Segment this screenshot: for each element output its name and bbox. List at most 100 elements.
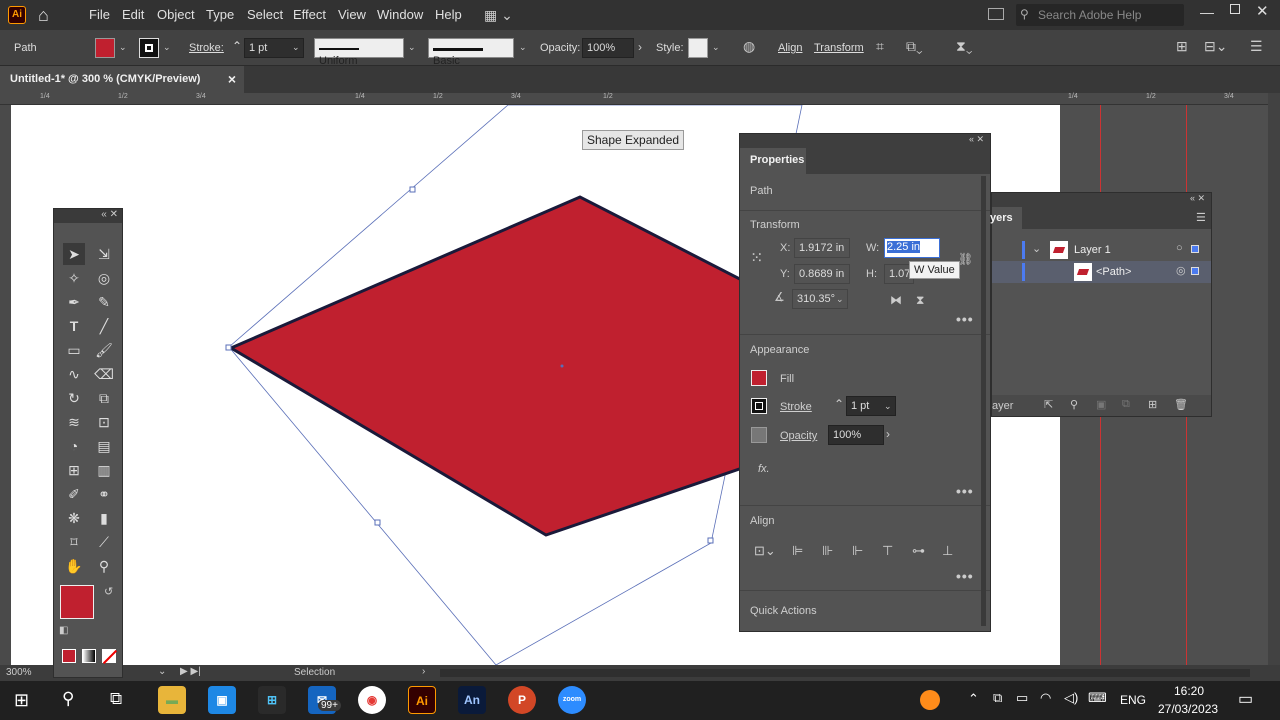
- arrange-icon[interactable]: ⊞: [1176, 38, 1188, 55]
- illustrator-taskbar-icon[interactable]: Ai: [408, 686, 436, 714]
- chevron-down-icon[interactable]: ⌄: [519, 42, 527, 53]
- selection-indicator[interactable]: [1191, 245, 1199, 253]
- opacity-label[interactable]: Opacity:: [540, 42, 580, 54]
- action-center-icon[interactable]: ▭: [1238, 689, 1253, 709]
- panel-menu-icon[interactable]: ☰: [1196, 211, 1206, 224]
- menu-effect[interactable]: Effect: [293, 7, 326, 22]
- stroke-stepper-icon[interactable]: ⌃: [834, 397, 844, 411]
- flip-horizontal-icon[interactable]: ⧓: [890, 293, 902, 307]
- menu-file[interactable]: File: [89, 7, 110, 22]
- reference-point-icon[interactable]: ⁙: [750, 248, 763, 268]
- chevron-down-icon[interactable]: ⌄: [163, 42, 171, 53]
- search-icon[interactable]: ⚲: [62, 689, 74, 709]
- close-tab-icon[interactable]: ×: [228, 71, 236, 87]
- align-vertical-center-icon[interactable]: ⊶: [912, 543, 925, 559]
- graph-tool-icon[interactable]: ▮: [93, 507, 115, 529]
- chevron-right-icon[interactable]: ›: [422, 666, 425, 677]
- close-icon[interactable]: « ✕: [969, 134, 984, 145]
- menu-edit[interactable]: Edit: [122, 7, 144, 22]
- meet-now-icon[interactable]: ⧉: [993, 690, 1002, 706]
- app-logo[interactable]: Ai: [8, 6, 26, 24]
- stroke-label[interactable]: Stroke:: [189, 42, 224, 54]
- close-icon[interactable]: « ✕: [101, 209, 118, 220]
- language-indicator[interactable]: ENG: [1120, 693, 1146, 707]
- transform-link[interactable]: Transform: [814, 42, 864, 54]
- align-top-icon[interactable]: ⊤: [882, 543, 893, 559]
- variable-width-profile[interactable]: Uniform: [314, 38, 404, 67]
- current-tool-status[interactable]: Selection: [294, 667, 335, 678]
- blend-tool-icon[interactable]: ⚭: [93, 483, 115, 505]
- eyedropper-icon[interactable]: ✐: [63, 483, 85, 505]
- direct-selection-tool-icon[interactable]: ⇲: [93, 243, 115, 265]
- align-bottom-icon[interactable]: ⊥: [942, 543, 953, 559]
- stroke-link[interactable]: Stroke: [780, 401, 812, 413]
- wifi-icon[interactable]: ◠: [1040, 690, 1051, 706]
- trash-icon[interactable]: 🗑: [1174, 398, 1188, 411]
- shape-builder-icon[interactable]: ⧉⌄: [906, 38, 923, 55]
- shaper-tool-icon[interactable]: ∿: [63, 363, 85, 385]
- opacity-field[interactable]: 100%: [582, 38, 634, 58]
- puppet-warp-icon[interactable]: ⧗⌄: [956, 38, 972, 55]
- file-explorer-icon[interactable]: ▬: [158, 686, 186, 714]
- brush-definition[interactable]: Basic: [428, 38, 514, 67]
- clock-time[interactable]: 16:20: [1174, 684, 1204, 698]
- align-options-icon[interactable]: ⊟⌄: [1204, 38, 1227, 55]
- chevron-right-icon[interactable]: ›: [886, 427, 890, 441]
- sublayer-row[interactable]: <Path> ◎: [992, 261, 1211, 283]
- align-horizontal-center-icon[interactable]: ⊪: [822, 543, 833, 559]
- fill-color-swatch[interactable]: [60, 585, 94, 619]
- path-name[interactable]: <Path>: [1096, 266, 1131, 278]
- search-icon[interactable]: ⚲: [1070, 398, 1078, 411]
- curvature-tool-icon[interactable]: ✎: [93, 291, 115, 313]
- chevron-down-icon[interactable]: ⌄: [1032, 242, 1041, 255]
- rectangle-tool-icon[interactable]: ▭: [63, 339, 85, 361]
- bounding-handle[interactable]: [409, 186, 416, 193]
- menu-window[interactable]: Window: [377, 7, 423, 22]
- chrome-icon[interactable]: ◉: [358, 686, 386, 714]
- color-mode-icon[interactable]: [62, 649, 76, 663]
- stroke-stepper-icon[interactable]: ⌃: [232, 39, 242, 53]
- layer-name[interactable]: Layer 1: [1074, 244, 1111, 256]
- recolor-artwork-icon[interactable]: ◍: [743, 38, 755, 55]
- chevron-down-icon[interactable]: ⌄: [712, 42, 720, 53]
- chevron-down-icon[interactable]: ⌄: [292, 42, 300, 53]
- home-icon[interactable]: ⌂: [38, 5, 49, 26]
- rotate-tool-icon[interactable]: ↻: [63, 387, 85, 409]
- opacity-link[interactable]: Opacity: [780, 430, 817, 442]
- slice-tool-icon[interactable]: ⟋: [93, 531, 115, 553]
- microsoft-store-icon[interactable]: ⊞: [258, 686, 286, 714]
- horizontal-scrollbar[interactable]: [440, 669, 1250, 677]
- free-transform-icon[interactable]: ⊡: [93, 411, 115, 433]
- symbol-sprayer-icon[interactable]: ❋: [63, 507, 85, 529]
- task-view-icon[interactable]: ⧉: [110, 689, 122, 709]
- chevron-up-icon[interactable]: ⌃: [968, 691, 979, 707]
- stroke-swatch[interactable]: [751, 398, 767, 414]
- store-icon[interactable]: ▣: [208, 686, 236, 714]
- animate-taskbar-icon[interactable]: An: [458, 686, 486, 714]
- type-tool-icon[interactable]: T: [63, 315, 85, 337]
- battery-icon[interactable]: ▭: [1016, 690, 1028, 706]
- chevron-right-icon[interactable]: ›: [638, 40, 642, 54]
- hand-tool-icon[interactable]: ✋: [63, 555, 85, 577]
- isolate-icon[interactable]: ⌗: [876, 38, 884, 55]
- align-left-icon[interactable]: ⊫: [792, 543, 803, 559]
- swap-colors-icon[interactable]: ↺: [104, 585, 113, 598]
- document-tab[interactable]: Untitled-1* @ 300 % (CMYK/Preview) ×: [0, 66, 244, 93]
- lasso-icon[interactable]: ◎: [93, 267, 115, 289]
- effects-fx-button[interactable]: fx.: [758, 463, 770, 475]
- w-field[interactable]: 2.25 in: [884, 238, 940, 258]
- vertical-scrollbar[interactable]: [1268, 93, 1280, 665]
- chevron-down-icon[interactable]: ⌄: [836, 294, 844, 305]
- menu-object[interactable]: Object: [157, 7, 195, 22]
- export-icon[interactable]: ⇱: [1044, 398, 1053, 411]
- panel-scrollbar[interactable]: [981, 176, 986, 626]
- volume-icon[interactable]: ◁): [1064, 690, 1078, 706]
- panel-menu-icon[interactable]: ☰: [1250, 38, 1263, 55]
- shape-builder-icon[interactable]: ◔: [63, 435, 85, 457]
- notification-orb-icon[interactable]: [920, 690, 940, 710]
- bounding-handle[interactable]: [225, 344, 232, 351]
- menu-help[interactable]: Help: [435, 7, 462, 22]
- properties-panel-header[interactable]: « ✕: [740, 134, 990, 148]
- eraser-icon[interactable]: ⌫: [93, 363, 115, 385]
- width-tool-icon[interactable]: ≋: [63, 411, 85, 433]
